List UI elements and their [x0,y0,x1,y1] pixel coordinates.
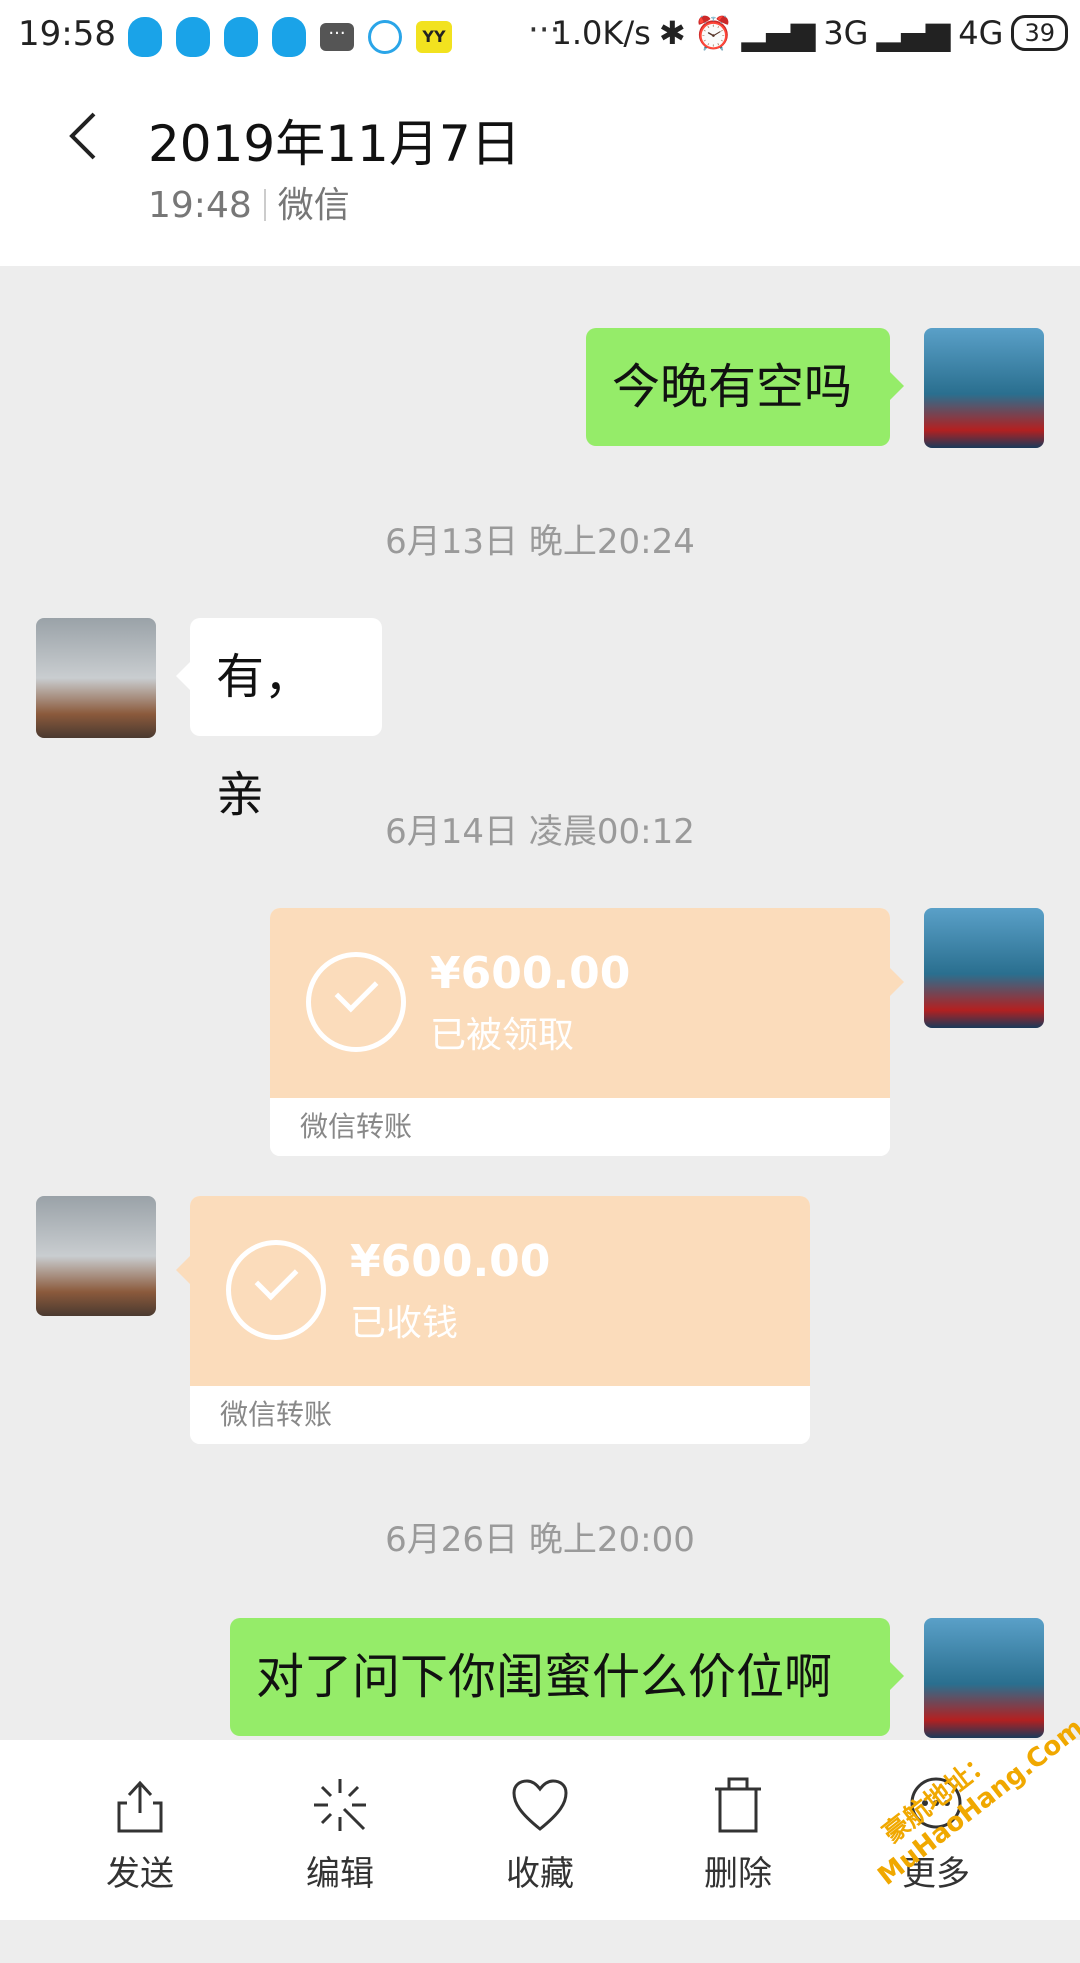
network-speed: 1.0K/s [551,14,651,52]
qq-icon [272,17,306,57]
delete-button[interactable]: 删除 [668,1774,808,1895]
favorite-label: 收藏 [506,1854,574,1894]
heart-icon [512,1779,568,1831]
message-bubble[interactable]: 今晚有空吗 [586,328,904,446]
signal-icon: ▂▄▆ [741,14,816,52]
avatar[interactable] [924,1618,1044,1738]
divider [263,189,266,221]
record-time: 19:48 [148,185,252,226]
system-status: 1.0K/s ✱ ⏰ ▂▄▆ 3G ▂▄▆ 4G 39 [551,14,1068,52]
back-button[interactable] [60,106,110,166]
avatar[interactable] [36,618,156,738]
qq-icon [128,17,162,57]
transfer-label: 微信转账 [190,1386,810,1444]
page-title: 2019年11月7日 [148,115,521,173]
timestamp: 6月26日 晚上20:00 [385,1520,695,1560]
header: 2019年11月7日 19:48 微信 [0,76,1080,266]
avatar[interactable] [924,328,1044,448]
message-text: 今晚有空吗 [612,359,853,415]
transfer-amount: ¥600.00 [430,948,631,999]
transfer-card-top: ¥600.00 已被领取 [270,908,890,1098]
message-bubble[interactable]: 有，亲 [176,618,382,823]
favorite-button[interactable]: 收藏 [470,1774,610,1895]
network-3g: 3G [823,14,869,52]
network-4g: 4G [958,14,1004,52]
alarm-icon: ⏰ [693,14,734,52]
transfer-card[interactable]: ¥600.00 已被领取 微信转账 [270,908,904,1156]
transfer-card-top: ¥600.00 已收钱 [190,1196,810,1386]
chevron-left-icon [69,112,96,160]
sparkle-edit-icon [314,1779,366,1831]
message-bubble[interactable]: 对了问下你闺蜜什么价位啊 [230,1618,904,1736]
qq-icon [176,17,210,57]
trash-icon [715,1777,761,1833]
signal-icon: ▂▄▆ [876,14,951,52]
status-bar: 19:58 ··· YY ··· 1.0K/s ✱ ⏰ ▂▄▆ 3G ▂▄▆ 4… [0,0,1080,76]
share-icon [117,1780,163,1833]
check-circle-icon [306,952,406,1052]
avatar[interactable] [924,908,1044,1028]
notification-icons: ··· YY [128,12,452,62]
message-text: 对了问下你闺蜜什么价位啊 [256,1649,833,1705]
record-source: 微信 [277,185,350,226]
transfer-label: 微信转账 [270,1098,890,1156]
timestamp: 6月13日 晚上20:24 [385,522,695,562]
transfer-amount: ¥600.00 [350,1236,551,1287]
check-circle-icon [226,1240,326,1340]
transfer-card[interactable]: ¥600.00 已收钱 微信转账 [176,1196,810,1444]
bluetooth-icon: ✱ [658,14,686,52]
qq-download-icon [368,20,402,54]
message-icon: ··· [320,23,354,51]
avatar[interactable] [36,1196,156,1316]
status-time: 19:58 [18,14,116,54]
edit-label: 编辑 [306,1854,374,1894]
transfer-status: 已收钱 [350,1303,459,1344]
qq-icon [224,17,258,57]
message-text: 有，亲 [216,649,313,823]
delete-label: 删除 [704,1854,772,1894]
send-label: 发送 [106,1854,174,1894]
edit-button[interactable]: 编辑 [270,1774,410,1895]
timestamp: 6月14日 凌晨00:12 [385,812,695,852]
yy-icon: YY [416,21,452,53]
send-button[interactable]: 发送 [70,1774,210,1895]
transfer-status: 已被领取 [430,1015,575,1056]
battery-level: 39 [1011,15,1068,51]
page-subtitle: 19:48 微信 [148,176,350,228]
